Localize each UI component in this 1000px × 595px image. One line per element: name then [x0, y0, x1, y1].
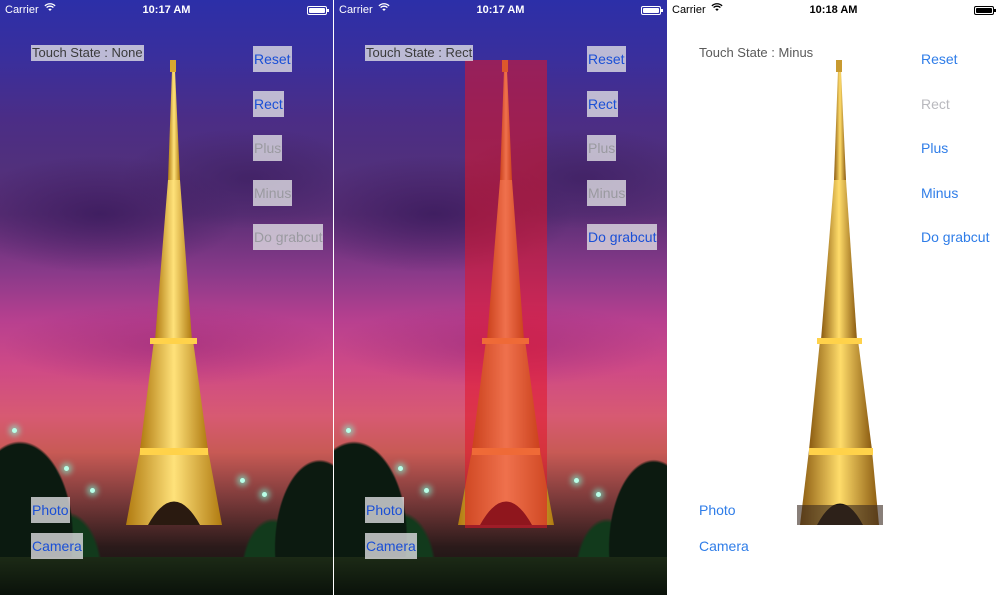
status-bar: Carrier 10:17 AM: [0, 0, 333, 20]
reset-button[interactable]: Reset: [253, 46, 292, 72]
screen-touch-state-minus: Carrier 10:18 AM Touch State : Minus Res…: [667, 0, 1000, 595]
battery-icon: [974, 6, 996, 15]
do-grabcut-button[interactable]: Do grabcut: [253, 224, 324, 250]
selection-rectangle[interactable]: [465, 60, 547, 528]
clock: 10:17 AM: [142, 4, 191, 16]
minus-button[interactable]: Minus: [587, 180, 627, 206]
camera-button[interactable]: Camera: [365, 533, 417, 559]
do-grabcut-button[interactable]: Do grabcut: [920, 224, 990, 250]
minus-button[interactable]: Minus: [920, 180, 959, 206]
touch-state-label: Touch State : Minus: [699, 45, 814, 60]
photo-button[interactable]: Photo: [365, 497, 404, 523]
camera-button[interactable]: Camera: [698, 533, 750, 559]
clock: 10:17 AM: [476, 4, 525, 16]
camera-button[interactable]: Camera: [31, 533, 83, 559]
plus-button[interactable]: Plus: [920, 135, 949, 161]
photo-button[interactable]: Photo: [698, 497, 737, 523]
battery-icon: [641, 6, 663, 15]
screen-touch-state-none: Carrier 10:17 AM Touch State : None Rese…: [0, 0, 333, 595]
screen-touch-state-rect: Carrier 10:17 AM Touch State : Rect Rese…: [334, 0, 667, 595]
do-grabcut-button[interactable]: Do grabcut: [587, 224, 658, 250]
rect-button[interactable]: Rect: [253, 91, 284, 117]
minus-button[interactable]: Minus: [253, 180, 293, 206]
rect-button[interactable]: Rect: [920, 91, 951, 117]
clock: 10:18 AM: [809, 4, 858, 16]
touch-state-label: Touch State : Rect: [365, 45, 474, 61]
rect-button[interactable]: Rect: [587, 91, 618, 117]
reset-button[interactable]: Reset: [920, 46, 959, 72]
status-bar: Carrier 10:18 AM: [667, 0, 1000, 20]
battery-icon: [307, 6, 329, 15]
photo-button[interactable]: Photo: [31, 497, 70, 523]
status-bar: Carrier 10:17 AM: [334, 0, 667, 20]
plus-button[interactable]: Plus: [587, 135, 617, 161]
touch-state-label: Touch State : None: [31, 45, 144, 61]
reset-button[interactable]: Reset: [587, 46, 626, 72]
plus-button[interactable]: Plus: [253, 135, 283, 161]
